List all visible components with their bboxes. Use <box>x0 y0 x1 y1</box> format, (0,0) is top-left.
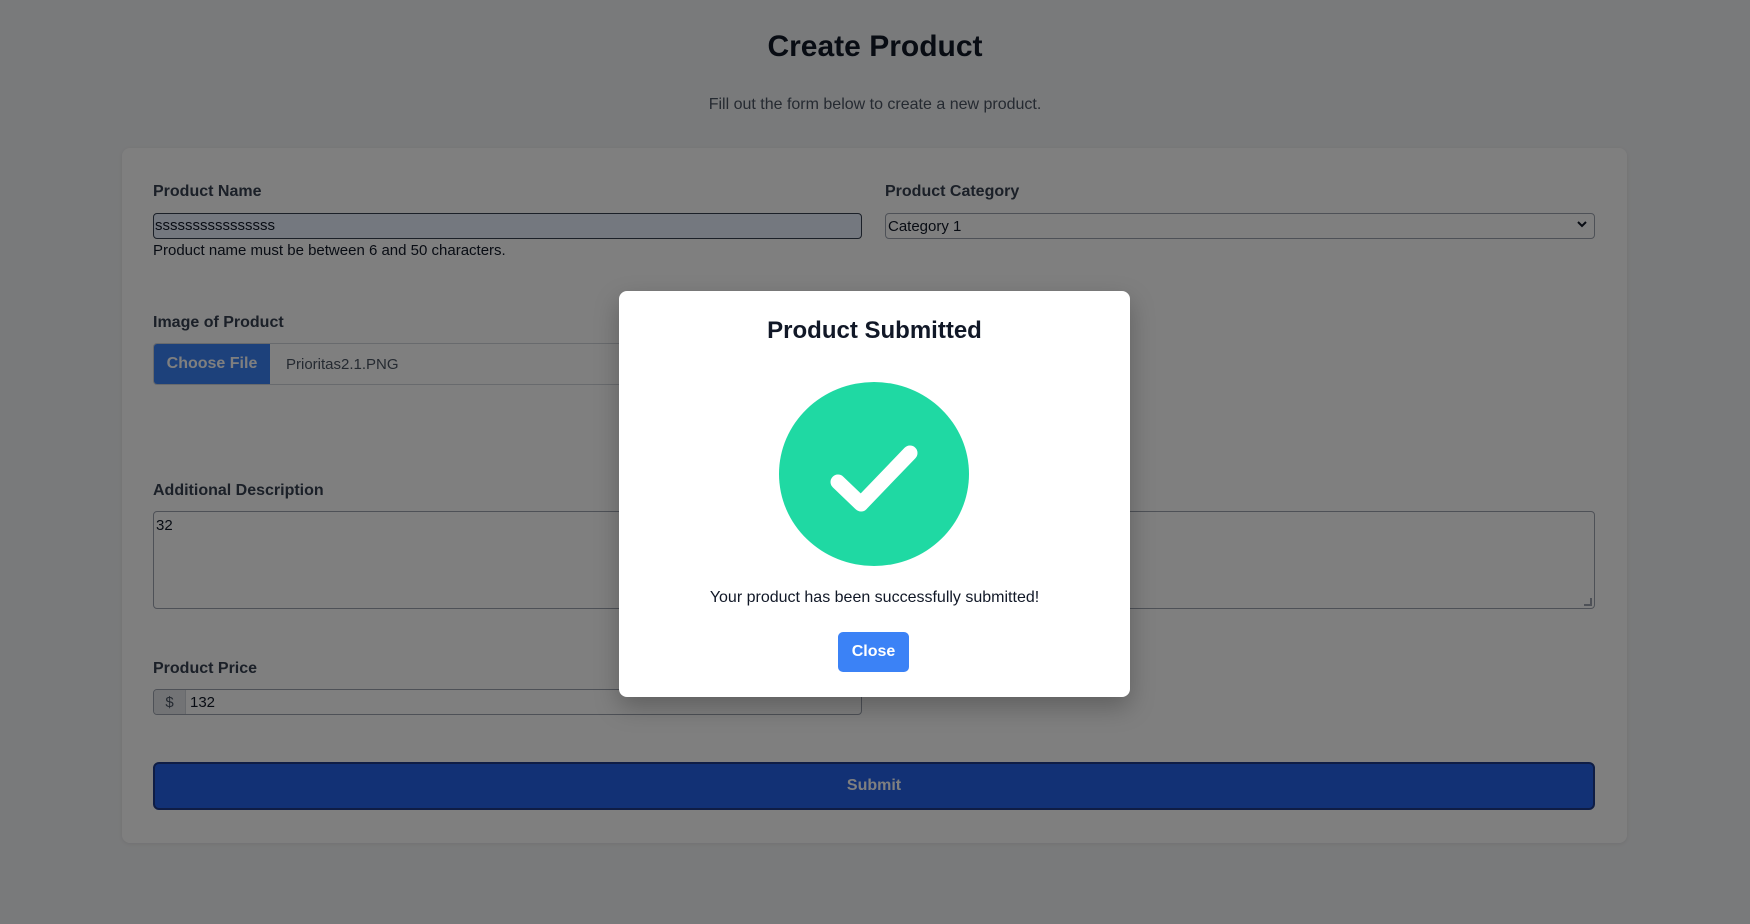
modal-title: Product Submitted <box>767 317 982 344</box>
close-button[interactable]: Close <box>838 632 909 672</box>
success-modal: Product Submitted Your product has been … <box>619 291 1130 697</box>
create-product-page: Create Product Fill out the form below t… <box>0 0 1750 924</box>
modal-message: Your product has been successfully submi… <box>709 589 1040 606</box>
check-circle-icon <box>778 381 970 567</box>
